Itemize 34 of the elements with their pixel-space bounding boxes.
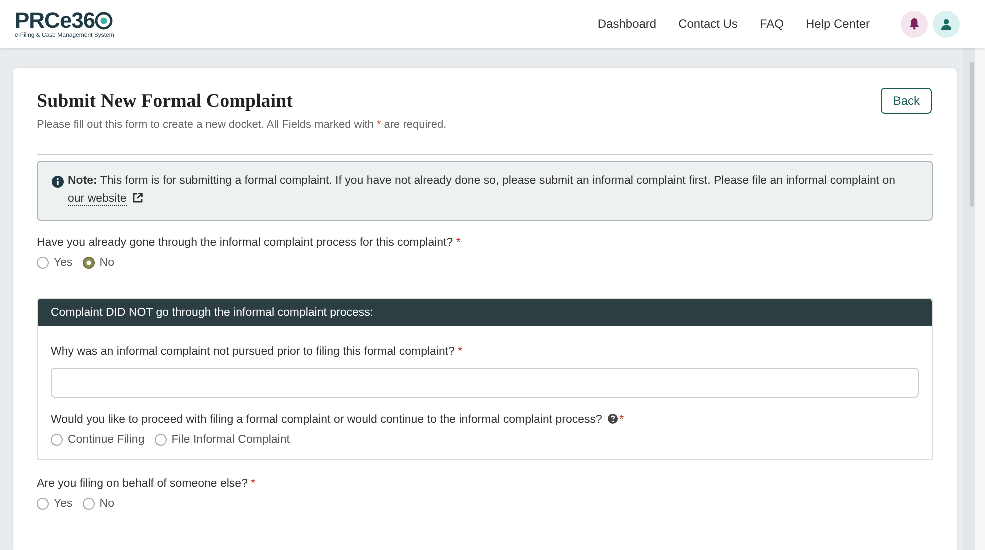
option-label[interactable]: File Informal Complaint [172,434,290,446]
back-button[interactable]: Back [881,88,932,114]
help-icon[interactable] [608,414,618,424]
radio-button[interactable] [82,257,95,269]
notification-bell-icon[interactable] [901,10,928,38]
website-link[interactable]: our website [68,193,127,206]
form-instructions: Please fill out this form to create a new docket. All Fields marked with * are required. [37,119,447,131]
option-label[interactable]: Continue Filing [68,434,145,446]
option-label[interactable]: Yes [54,498,73,510]
logo-text: PRCe36 [15,10,96,32]
page-title: Submit New Formal Complaint [37,91,294,113]
option-label[interactable]: Yes [54,257,73,269]
question-label: Are you filing on behalf of someone else? * [37,477,257,492]
answer-field[interactable] [51,368,919,398]
nav-link[interactable]: FAQ [760,17,784,31]
external-link-icon [132,193,143,203]
question-label: Have you already gone through the informal complaint process for this complaint? * [37,236,462,251]
radio-button[interactable] [82,498,95,510]
note-text: Note: This form is for submitting a formal complaint. If you have not already done so, please submit an informal complaint first. Please file an informal complaint on our website [68,174,897,208]
ring-logo-icon [95,12,114,30]
nav-link[interactable]: Help Center [806,17,870,31]
option-label[interactable]: No [100,257,114,269]
nav-link[interactable]: Dashboard [598,17,657,31]
nav-link[interactable]: Contact Us [678,17,738,31]
option-label[interactable]: No [100,498,114,510]
panel-header: Complaint DID NOT go through the informal complaint process: [38,299,932,326]
radio-button[interactable] [37,257,49,269]
user-icon[interactable] [933,10,960,38]
radio-button[interactable] [51,434,63,446]
question-label: Would you like to proceed with filing a formal complaint or would continue to the informal complaint process? * [51,413,626,428]
info-icon [52,176,64,188]
radio-button[interactable] [37,498,49,510]
radio-button[interactable] [154,434,167,446]
question-label: Why was an informal complaint not pursued prior to filing this formal complaint? * [51,345,464,360]
